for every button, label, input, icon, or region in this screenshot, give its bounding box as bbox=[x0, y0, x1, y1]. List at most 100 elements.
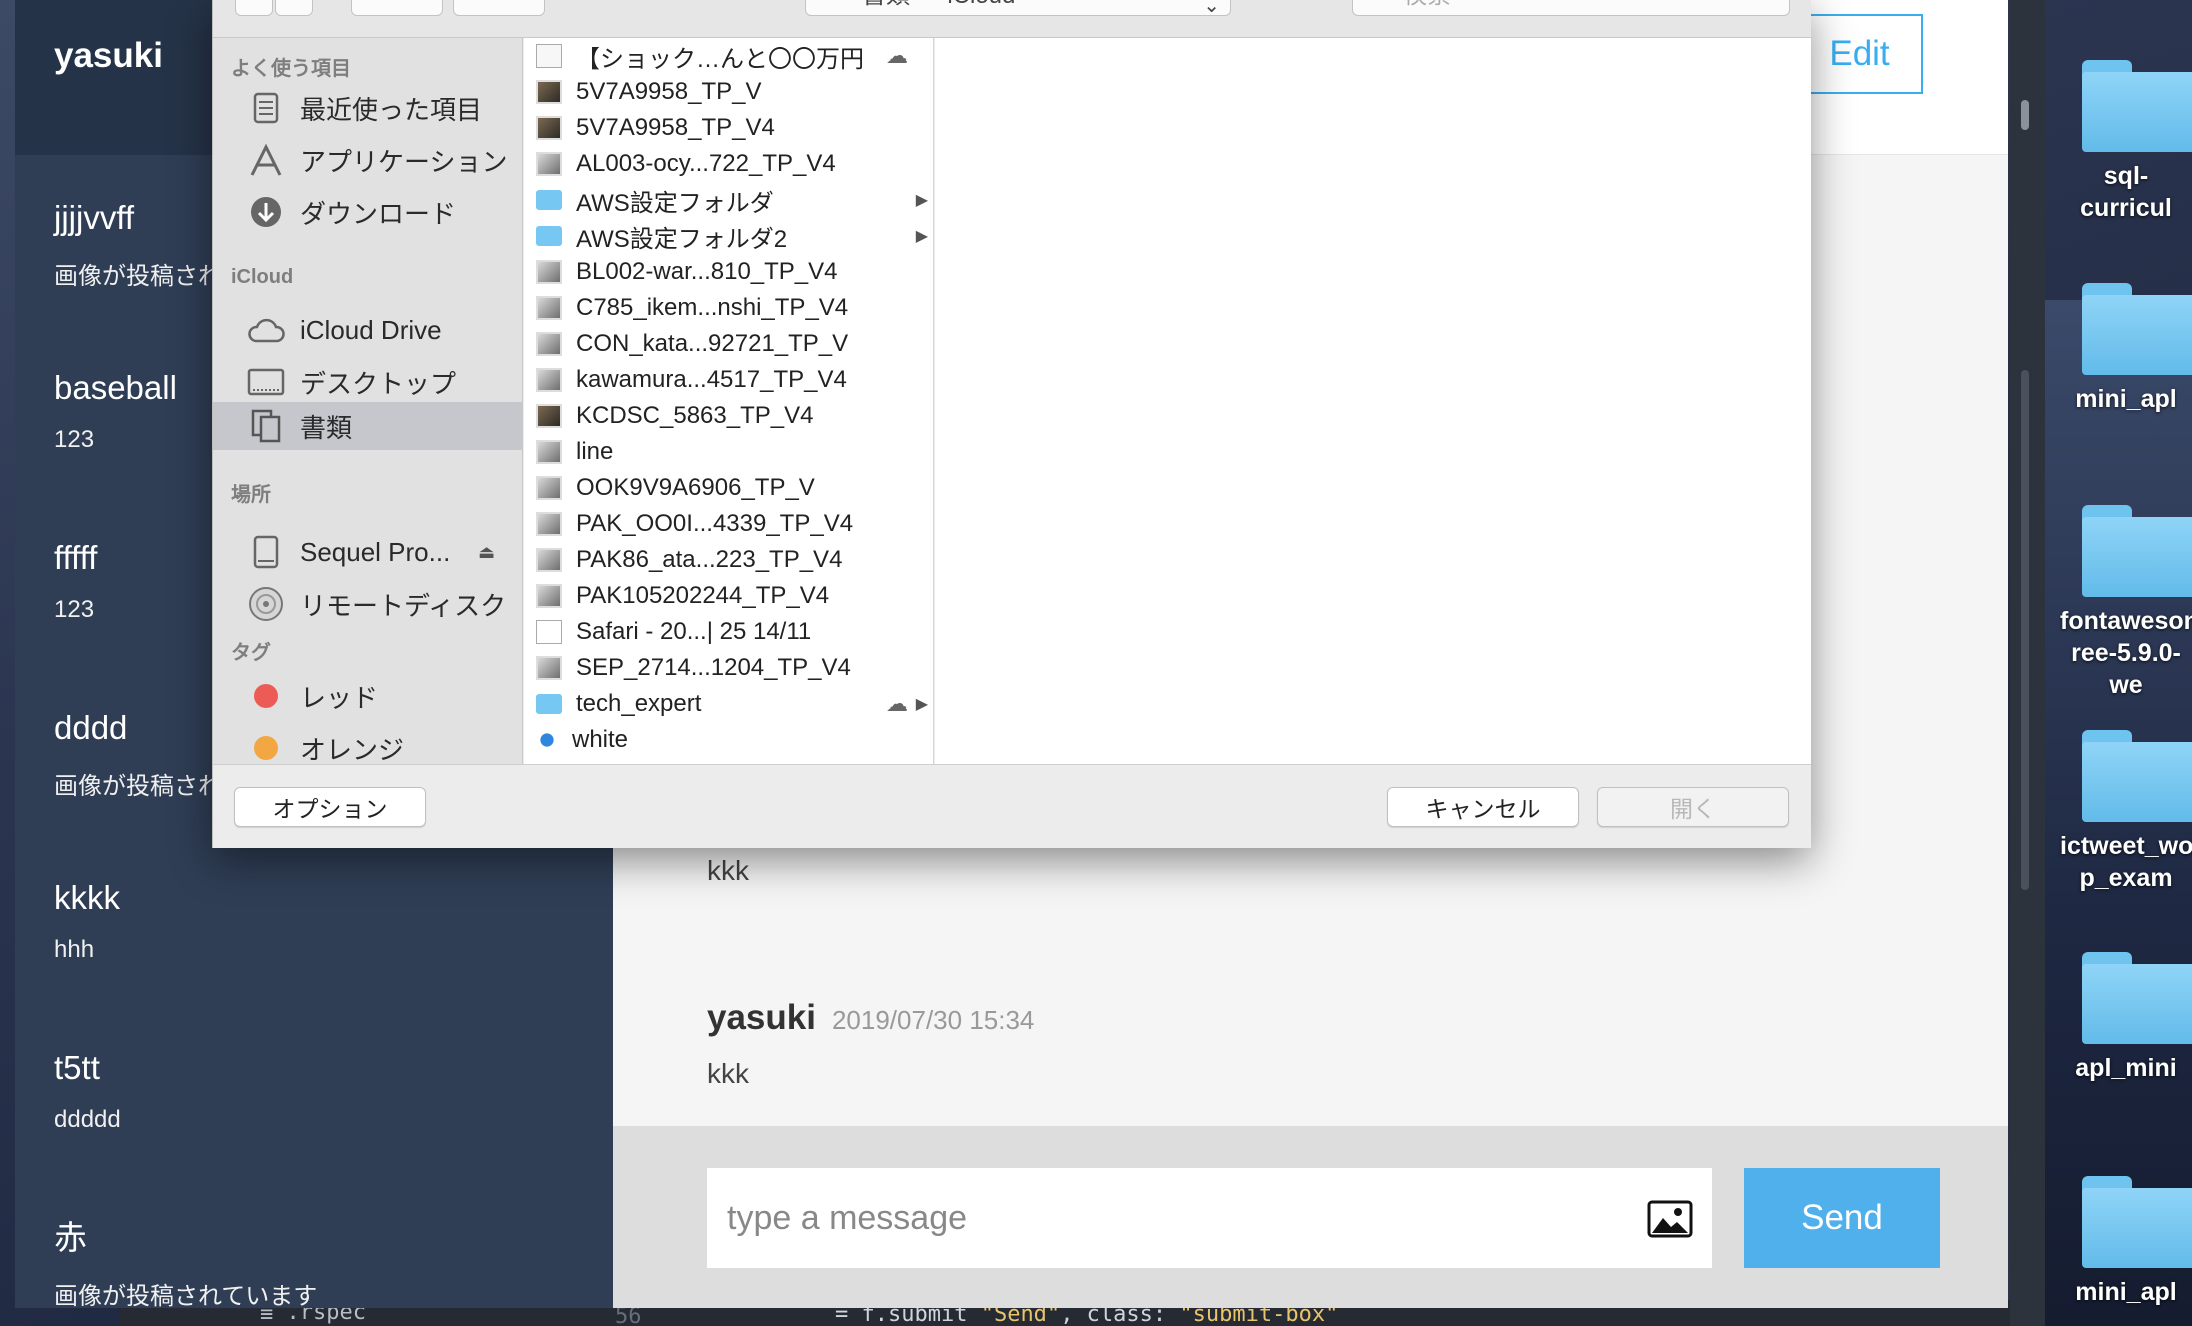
send-button[interactable]: Send bbox=[1744, 1168, 1940, 1268]
editor-minimap-thumb[interactable] bbox=[2021, 370, 2029, 890]
group-button[interactable] bbox=[453, 0, 545, 16]
tag-dot bbox=[254, 736, 278, 760]
desktop-folder-label: sql-curricul bbox=[2080, 162, 2172, 222]
file-icon bbox=[536, 260, 562, 284]
file-name: CON_kata...92721_TP_V bbox=[576, 330, 849, 357]
sidebar-item-applications[interactable]: アプリケーション bbox=[213, 136, 522, 184]
file-row[interactable]: PAK86_ata...223_TP_V4 bbox=[524, 542, 933, 578]
location-label: 書類 — iCloud bbox=[862, 0, 1015, 9]
file-row[interactable]: PAK105202244_TP_V4 bbox=[524, 578, 933, 614]
file-row[interactable]: OOK9V9A6906_TP_V bbox=[524, 470, 933, 506]
editor-scrollbar[interactable] bbox=[2010, 0, 2045, 1326]
desktop-folder-label: ictweet_wor p_exam bbox=[2060, 832, 2192, 892]
desktop-folder[interactable]: mini_apl bbox=[2060, 283, 2192, 415]
forward-button[interactable] bbox=[275, 0, 313, 16]
group-item[interactable]: kkkk hhh bbox=[54, 878, 594, 964]
desktop-folder-label: mini_apl bbox=[2075, 385, 2177, 413]
sidebar-item-remote-disc[interactable]: リモートディスク bbox=[213, 580, 522, 628]
sidebar-item-label: 書類 bbox=[300, 412, 353, 443]
file-row[interactable]: BL002-war...810_TP_V4 bbox=[524, 254, 933, 290]
group-name: kkkk bbox=[54, 879, 120, 916]
file-name: BL002-war...810_TP_V4 bbox=[576, 258, 838, 285]
desktop-icon bbox=[246, 362, 286, 402]
dialog-search-field[interactable]: 検索 bbox=[1352, 0, 1790, 16]
desktop-folder[interactable]: mini_apl bbox=[2060, 1176, 2192, 1308]
file-name: AWS設定フォルダ2 bbox=[576, 225, 788, 253]
file-icon bbox=[536, 368, 562, 392]
folder-icon bbox=[536, 226, 562, 246]
folder-icon bbox=[2082, 60, 2192, 152]
search-placeholder: 検索 bbox=[1403, 0, 1451, 9]
file-name: PAK86_ata...223_TP_V4 bbox=[576, 546, 843, 573]
file-row[interactable]: C785_ikem...nshi_TP_V4 bbox=[524, 290, 933, 326]
disclosure-arrow-icon: ▶ bbox=[915, 696, 928, 713]
sidebar-item-downloads[interactable]: ダウンロード bbox=[213, 188, 522, 236]
options-button[interactable]: オプション bbox=[234, 787, 426, 827]
sidebar-item-label: アプリケーション bbox=[300, 146, 508, 177]
desktop-folder[interactable]: apl_mini bbox=[2060, 952, 2192, 1084]
file-name: 【ショック…んと〇〇万円 bbox=[576, 45, 864, 73]
sidebar-item-label: デスクトップ bbox=[300, 368, 457, 399]
file-row[interactable]: kawamura...4517_TP_V4 bbox=[524, 362, 933, 398]
cloud-download-icon[interactable]: ☁ bbox=[886, 691, 908, 717]
file-row[interactable]: 5V7A9958_TP_V4 bbox=[524, 110, 933, 146]
sidebar-item-tag[interactable]: オレンジ bbox=[213, 724, 522, 764]
sidebar-item-cloud[interactable]: iCloud Drive bbox=[213, 306, 522, 354]
file-row[interactable]: PAK_OO0I...4339_TP_V4 bbox=[524, 506, 933, 542]
folder-icon bbox=[2082, 505, 2192, 597]
desktop-folder-label: apl_mini bbox=[2075, 1054, 2177, 1082]
eject-icon[interactable]: ⏏ bbox=[478, 542, 495, 563]
edit-button[interactable]: Edit bbox=[1796, 14, 1923, 94]
message-item: yasuki 2019/07/30 15:34 kkk bbox=[707, 998, 1034, 1090]
open-button[interactable]: 開く bbox=[1597, 787, 1789, 827]
file-name: OOK9V9A6906_TP_V bbox=[576, 474, 815, 501]
editor-scroll-thumb[interactable] bbox=[2021, 100, 2029, 130]
tag-color-dot-icon bbox=[246, 728, 286, 764]
file-row[interactable]: SEP_2714...1204_TP_V4 bbox=[524, 650, 933, 686]
folder-row[interactable]: AWS設定フォルダ2 ▶ bbox=[524, 218, 933, 254]
desktop-folder[interactable]: sql-curricul bbox=[2060, 60, 2192, 224]
group-last-message: 画像が投稿されています bbox=[54, 1283, 318, 1308]
desktop-folder[interactable]: fontaweson ree-5.9.0-we bbox=[2060, 505, 2192, 701]
cancel-button[interactable]: キャンセル bbox=[1387, 787, 1579, 827]
file-row[interactable]: KCDSC_5863_TP_V4 bbox=[524, 398, 933, 434]
sidebar-item-tag[interactable]: レッド bbox=[213, 672, 522, 720]
message-input[interactable] bbox=[707, 1168, 1712, 1268]
file-icon bbox=[536, 620, 562, 644]
folder-icon bbox=[536, 190, 562, 210]
file-row[interactable]: 【ショック…んと〇〇万円 ☁ bbox=[524, 38, 933, 74]
message-item: kkk bbox=[707, 855, 749, 887]
file-row[interactable]: AL003-ocy...722_TP_V4 bbox=[524, 146, 933, 182]
file-icon bbox=[536, 80, 562, 104]
file-row[interactable]: line bbox=[524, 434, 933, 470]
file-row[interactable]: 5V7A9958_TP_V bbox=[524, 74, 933, 110]
desktop-folder[interactable]: ictweet_wor p_exam bbox=[2060, 730, 2192, 894]
file-name: AL003-ocy...722_TP_V4 bbox=[576, 150, 836, 177]
folder-icon bbox=[2082, 283, 2192, 375]
section-header-tags: タグ bbox=[231, 642, 271, 664]
file-row[interactable]: CON_kata...92721_TP_V bbox=[524, 326, 933, 362]
file-name: line bbox=[576, 438, 614, 465]
file-open-dialog: 書類 — iCloud ⌄ 検索 よく使う項目最近使った項目アプリケーションダウ… bbox=[212, 0, 1811, 848]
file-row[interactable]: white bbox=[524, 722, 933, 758]
tag-color-dot-icon bbox=[246, 676, 286, 716]
folder-row[interactable]: AWS設定フォルダ ▶ bbox=[524, 182, 933, 218]
sidebar-item-desktop[interactable]: デスクトップ bbox=[213, 358, 522, 406]
sidebar-item-documents[interactable]: 書類 bbox=[213, 402, 522, 450]
group-item[interactable]: 赤画像が投稿されています bbox=[54, 1218, 594, 1308]
cloud-download-icon[interactable]: ☁ bbox=[886, 43, 908, 69]
folder-row[interactable]: tech_expert ☁ ▶ bbox=[524, 686, 933, 722]
sidebar-item-recents[interactable]: 最近使った項目 bbox=[213, 84, 522, 132]
group-item[interactable]: t5tt ddddd bbox=[54, 1048, 594, 1134]
dialog-sidebar: よく使う項目 最近使った項目 アプリケーション ダウンロード iCloud iCloud … bbox=[213, 38, 523, 764]
file-name: PAK105202244_TP_V4 bbox=[576, 582, 830, 609]
disclosure-arrow-icon: ▶ bbox=[915, 228, 928, 245]
location-popup[interactable]: 書類 — iCloud ⌄ bbox=[805, 0, 1231, 17]
back-button[interactable] bbox=[235, 0, 273, 16]
view-mode-button[interactable] bbox=[351, 0, 443, 16]
chevron-down-icon: ⌄ bbox=[1203, 0, 1220, 17]
file-row[interactable]: Safari - 20...| 25 14/11 bbox=[524, 614, 933, 650]
image-upload-icon[interactable] bbox=[1647, 1200, 1693, 1238]
sidebar-item-disk[interactable]: Sequel Pro... ⏏ bbox=[213, 528, 522, 576]
desktop-folder-label: mini_apl bbox=[2075, 1278, 2177, 1306]
